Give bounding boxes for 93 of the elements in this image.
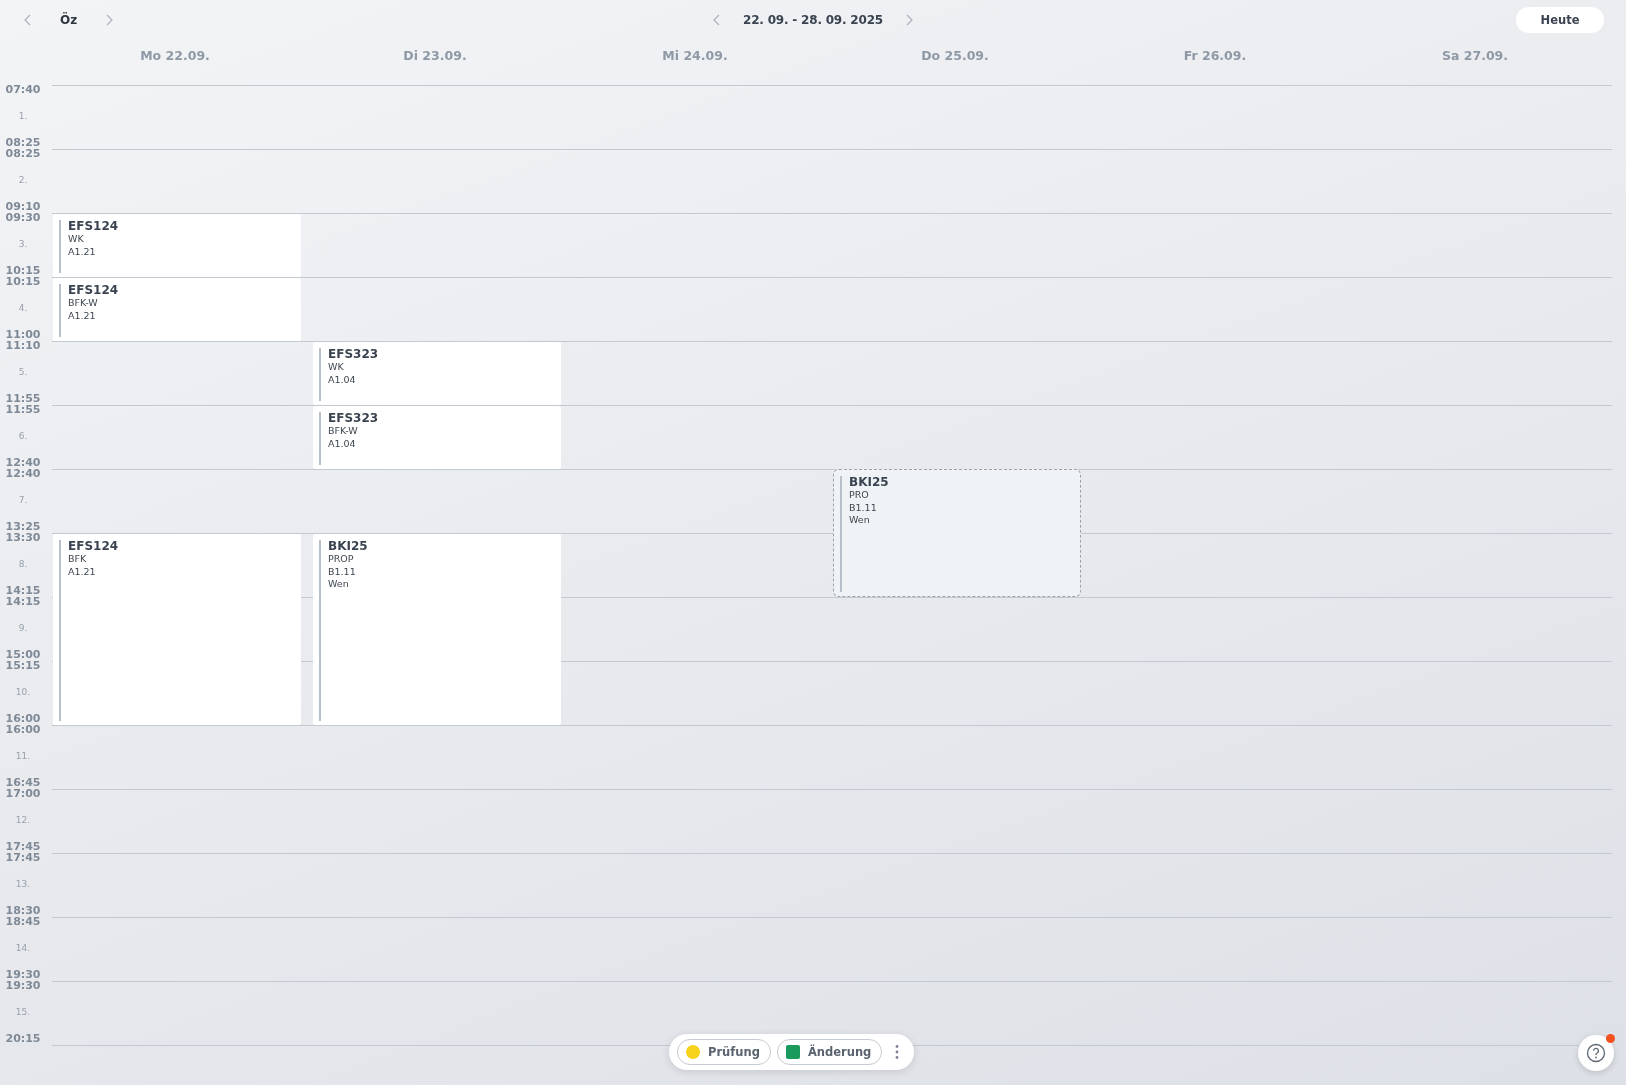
lesson-detail: BFK (68, 553, 87, 566)
period-number: 8. (18, 558, 28, 570)
period-start-time: 17:00 (5, 788, 41, 799)
lesson-card[interactable]: EFS124 BFK-W A1.21 (53, 278, 301, 341)
period-number: 5. (18, 366, 28, 378)
legend-filter[interactable]: Prüfung (677, 1039, 771, 1065)
lesson-subject: EFS323 (328, 348, 379, 361)
period-number: 2. (18, 174, 28, 186)
lesson-detail: Wen (849, 514, 870, 527)
lesson-subject: EFS124 (68, 284, 119, 297)
day-header: Di 23.09. (403, 48, 467, 63)
period-number: 10. (15, 686, 31, 698)
period-end-time: 19:30 (5, 969, 41, 980)
lesson-detail: A1.04 (328, 373, 356, 386)
lesson-subject: EFS124 (68, 220, 119, 233)
period-end-time: 08:25 (5, 137, 41, 148)
class-name[interactable]: Öz (60, 13, 78, 27)
lesson-detail: A1.21 (68, 245, 96, 258)
period-end-time: 12:40 (5, 457, 41, 468)
period-number: 4. (18, 302, 28, 314)
period-end-time: 11:55 (5, 393, 41, 404)
lesson-detail: Wen (328, 578, 349, 591)
chevron-left-icon[interactable] (713, 14, 722, 26)
period-end-time: 10:15 (5, 265, 41, 276)
period-end-time: 16:00 (5, 713, 41, 724)
day-header: Mo 22.09. (140, 48, 210, 63)
period-end-time: 11:00 (5, 329, 41, 340)
legend-filter[interactable]: Änderung (776, 1039, 883, 1065)
lesson-detail: WK (328, 361, 344, 374)
period-start-time: 18:45 (5, 916, 41, 927)
period-end-time: 17:45 (5, 841, 41, 852)
period-end-time: 20:15 (5, 1033, 41, 1044)
lesson-detail: A1.04 (328, 437, 356, 450)
lesson-detail: WK (68, 233, 84, 246)
lesson-card[interactable]: EFS124 WK A1.21 (53, 214, 301, 277)
lesson-subject: BKI25 (328, 540, 368, 553)
help-button[interactable] (1578, 1035, 1614, 1071)
period-number: 6. (18, 430, 28, 442)
lesson-detail: B1.11 (849, 501, 877, 514)
period-start-time: 14:15 (5, 596, 41, 607)
period-start-time: 16:00 (5, 724, 41, 735)
period-start-time: 11:55 (5, 404, 41, 415)
day-header: Sa 27.09. (1441, 48, 1509, 63)
period-number: 15. (15, 1006, 31, 1018)
period-number: 12. (15, 814, 31, 826)
chevron-left-icon[interactable] (24, 14, 32, 26)
lesson-detail: BFK-W (328, 425, 358, 438)
more-icon[interactable] (894, 1044, 901, 1060)
lesson-subject: BKI25 (849, 476, 889, 489)
help-icon (1586, 1043, 1606, 1063)
lesson-detail: BFK-W (68, 297, 98, 310)
period-number: 14. (15, 942, 31, 954)
lesson-card[interactable]: EFS323 BFK-W A1.04 (313, 406, 561, 469)
period-end-time: 18:30 (5, 905, 41, 916)
lesson-detail: PRO (849, 489, 869, 502)
day-header: Mi 24.09. (662, 48, 728, 63)
period-start-time: 07:40 (5, 84, 41, 95)
lesson-subject: EFS323 (328, 412, 379, 425)
period-start-time: 08:25 (5, 148, 41, 159)
lesson-detail: A1.21 (68, 565, 96, 578)
lesson-subject: EFS124 (68, 540, 119, 553)
lesson-detail: A1.21 (68, 309, 96, 322)
lesson-detail: PROP (328, 553, 354, 566)
period-start-time: 11:10 (5, 340, 41, 351)
period-number: 11. (15, 750, 31, 762)
period-start-time: 15:15 (5, 660, 41, 671)
period-end-time: 14:15 (5, 585, 41, 596)
period-end-time: 16:45 (5, 777, 41, 788)
period-start-time: 12:40 (5, 468, 41, 479)
chevron-right-icon[interactable] (904, 14, 913, 26)
period-number: 7. (18, 494, 28, 506)
period-number: 1. (18, 110, 28, 122)
period-number: 3. (18, 238, 28, 250)
chevron-right-icon[interactable] (105, 14, 114, 26)
period-start-time: 13:30 (5, 532, 41, 543)
lesson-detail: B1.11 (328, 565, 356, 578)
period-start-time: 19:30 (5, 980, 41, 991)
lesson-card[interactable]: EFS124 BFK A1.21 (53, 534, 301, 725)
lesson-card[interactable]: EFS323 WK A1.04 (313, 342, 561, 405)
period-end-time: 13:25 (5, 521, 41, 532)
lesson-card[interactable]: BKI25 PRO B1.11 Wen (833, 469, 1081, 597)
day-header: Fr 26.09. (1183, 48, 1247, 63)
period-start-time: 09:30 (5, 212, 41, 223)
period-start-time: 10:15 (5, 276, 41, 287)
period-start-time: 17:45 (5, 852, 41, 863)
week-range: 22. 09. - 28. 09. 2025 (743, 13, 883, 27)
period-number: 13. (15, 878, 31, 890)
day-header: Do 25.09. (921, 48, 989, 63)
period-end-time: 09:10 (5, 201, 41, 212)
today-button[interactable]: Heute (1516, 7, 1604, 33)
period-end-time: 15:00 (5, 649, 41, 660)
lesson-card[interactable]: BKI25 PROP B1.11 Wen (313, 534, 561, 725)
period-number: 9. (18, 622, 28, 634)
